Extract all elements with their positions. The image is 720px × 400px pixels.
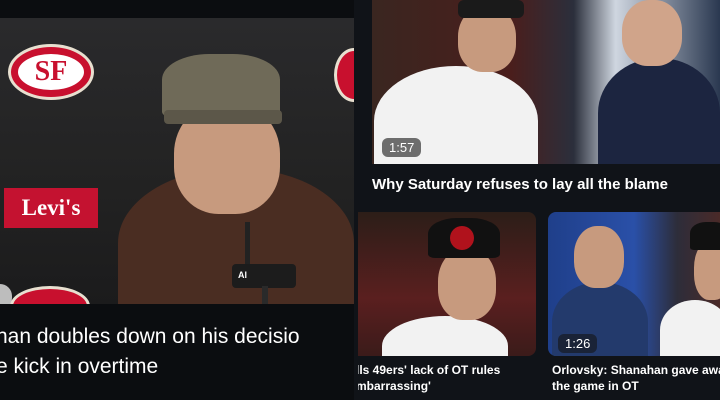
feature-video-card[interactable]: SF Levi's Al han doubles down on his dec… xyxy=(0,0,354,400)
story-card-lack-of-ot-rules[interactable]: lls 49ers' lack of OT rules mbarrassing' xyxy=(358,212,538,400)
levis-logo: Levi's xyxy=(4,188,98,228)
coach-figure xyxy=(660,300,720,356)
top-story-card[interactable]: 1:57 Why Saturday refuses to lay all the… xyxy=(358,0,720,206)
49ers-logo-icon xyxy=(450,226,474,250)
coach-head xyxy=(438,248,496,320)
story-title-line-1: lls 49ers' lack of OT rules xyxy=(358,363,501,377)
microphone-flag: Al xyxy=(232,264,296,288)
story-thumbnail[interactable]: 1:26 xyxy=(548,212,720,356)
cap xyxy=(162,54,280,118)
cap xyxy=(458,0,524,18)
feature-video-title[interactable]: han doubles down on his decisio e kick i… xyxy=(0,322,354,382)
video-duration-badge: 1:26 xyxy=(558,334,598,353)
top-story-title[interactable]: Why Saturday refuses to lay all the blam… xyxy=(372,176,668,193)
analyst-head xyxy=(574,226,624,288)
video-duration-badge: 1:57 xyxy=(382,138,422,157)
carousel-prev-handle[interactable] xyxy=(0,284,12,304)
microphone-stand xyxy=(262,286,268,304)
analyst-figure xyxy=(598,58,720,164)
story-card-orlovsky[interactable]: 1:26 Orlovsky: Shanahan gave away the ga… xyxy=(548,212,720,400)
story-title-line-2: the game in OT xyxy=(552,379,639,393)
feature-video-thumbnail[interactable]: SF Levi's Al xyxy=(0,18,354,304)
analyst-head xyxy=(622,0,682,66)
49ers-logo-icon xyxy=(334,48,354,102)
coach-figure xyxy=(382,316,508,356)
story-title[interactable]: lls 49ers' lack of OT rules mbarrassing' xyxy=(358,362,500,394)
story-title-line-1: Orlovsky: Shanahan gave away xyxy=(552,363,720,377)
microphone xyxy=(245,222,250,268)
cap-brim xyxy=(164,110,282,124)
story-title[interactable]: Orlovsky: Shanahan gave away the game in… xyxy=(552,362,720,394)
feature-title-line-2: e kick in overtime xyxy=(0,355,159,378)
top-story-thumbnail[interactable]: 1:57 xyxy=(372,0,720,164)
story-title-line-2: mbarrassing' xyxy=(358,379,431,393)
cap xyxy=(690,222,720,250)
feature-title-line-1: han doubles down on his decisio xyxy=(0,325,300,348)
49ers-logo-icon: SF xyxy=(8,44,94,100)
49ers-logo-icon xyxy=(10,286,90,304)
story-thumbnail[interactable] xyxy=(358,212,536,356)
